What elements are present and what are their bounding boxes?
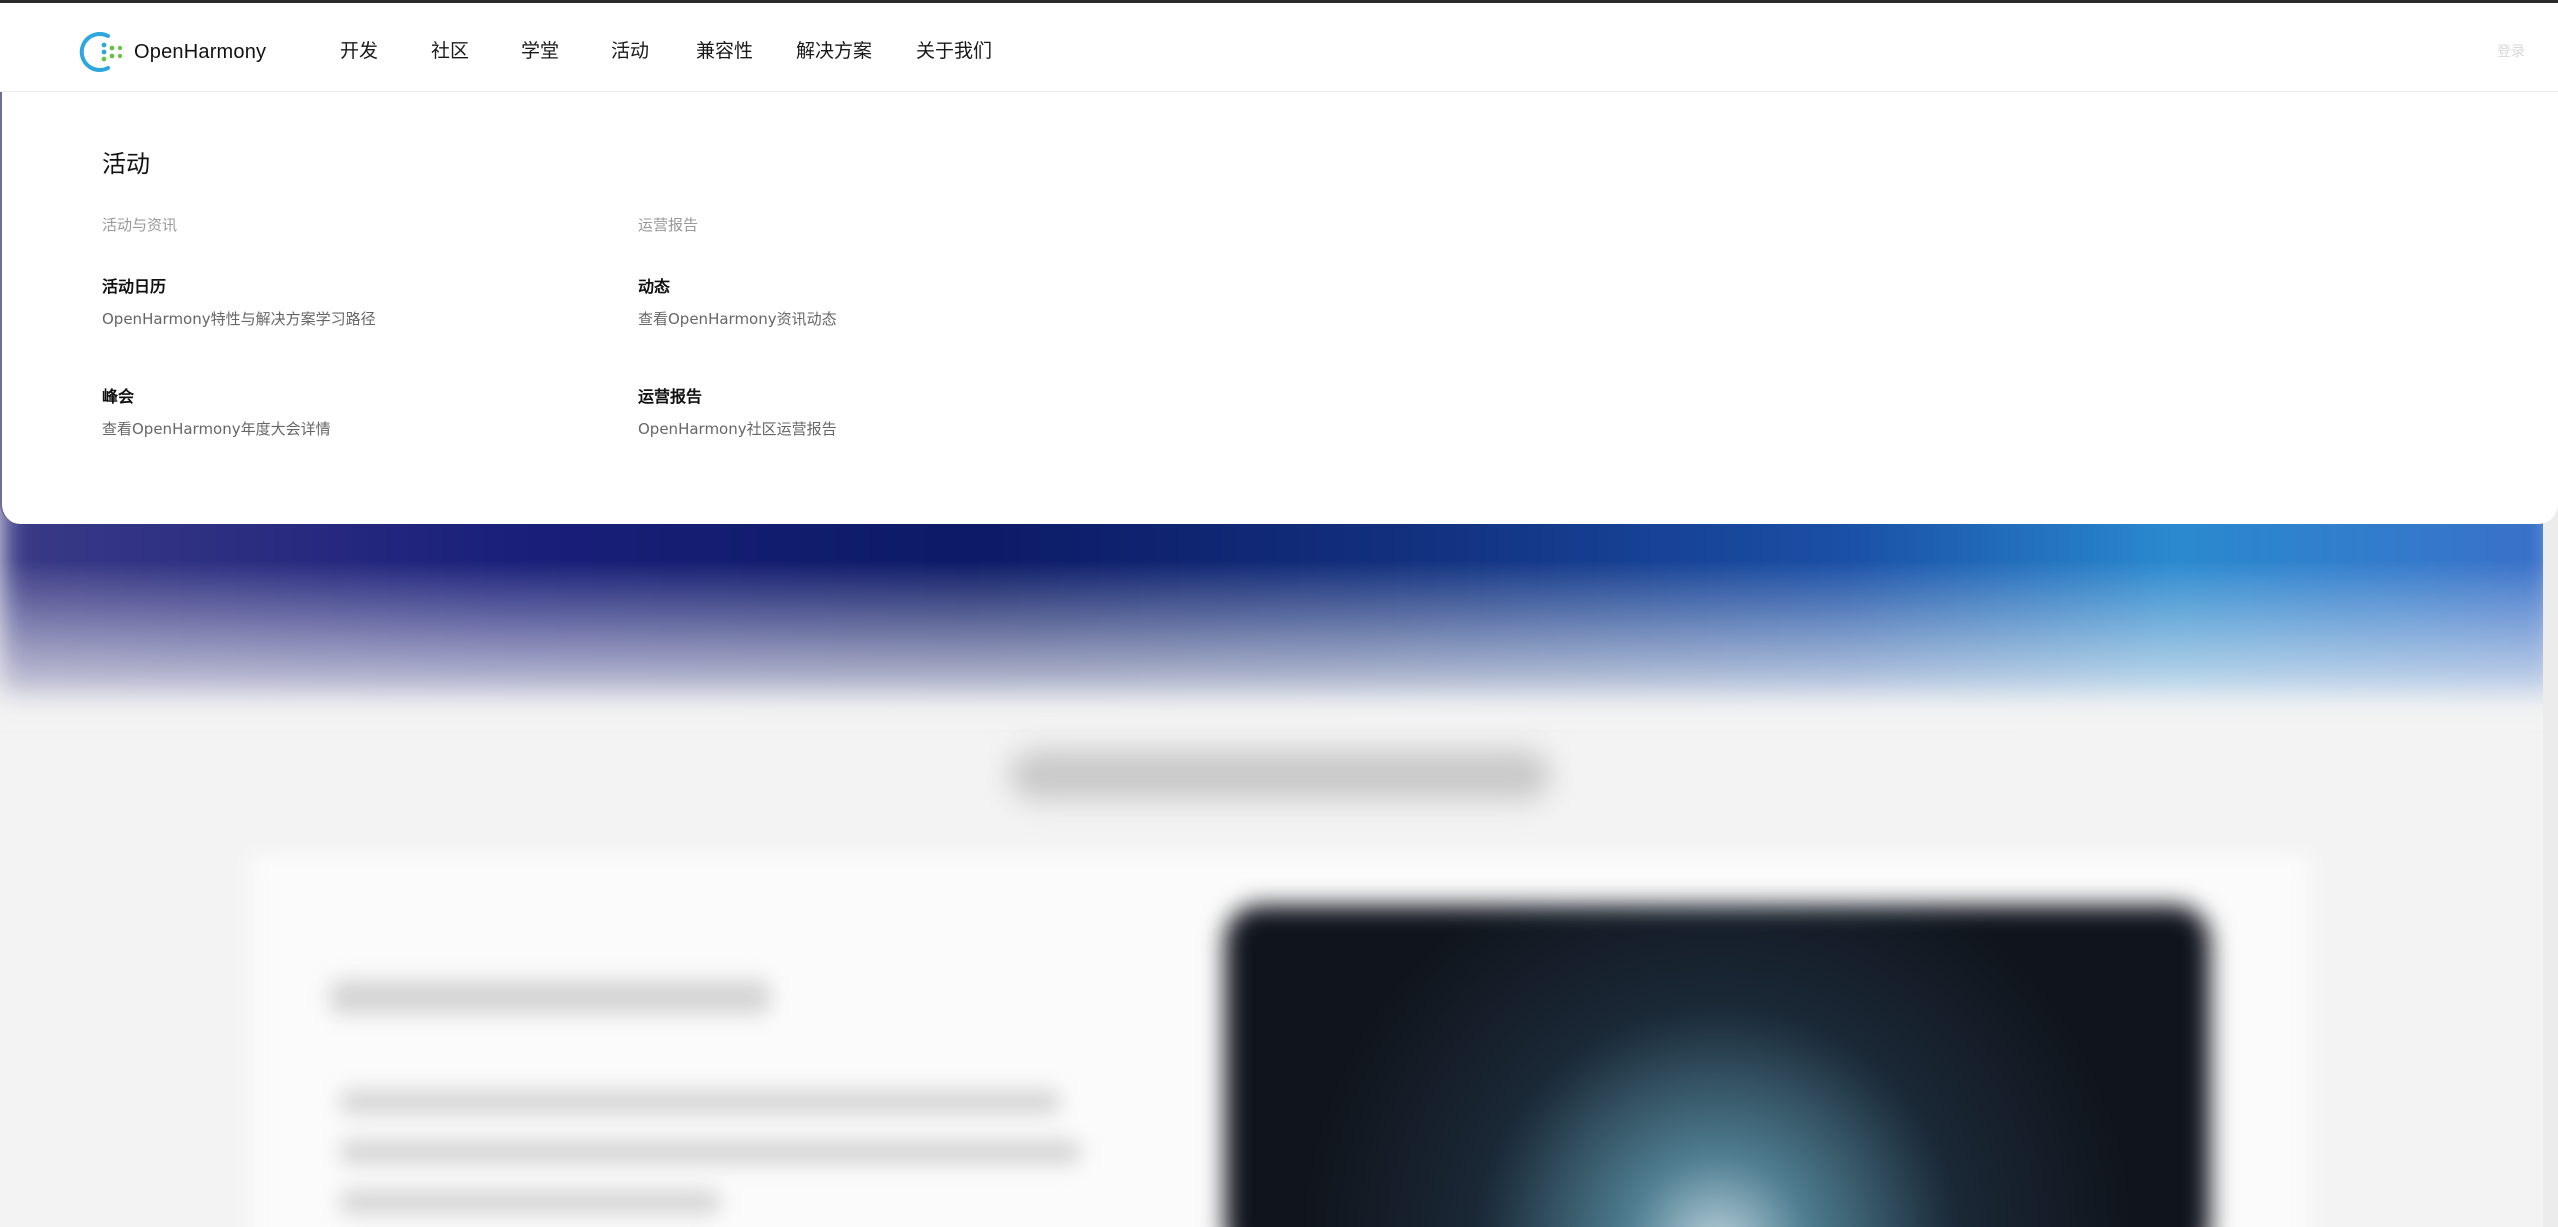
nav-item-about[interactable]: 关于我们 [916, 3, 992, 95]
logo-text: OpenHarmony [134, 40, 267, 63]
login-link[interactable]: 登录 [2497, 41, 2525, 61]
nav-item-compatibility[interactable]: 兼容性 [696, 3, 753, 95]
hero-fade [0, 560, 2558, 730]
dropdown-title: 活动 [102, 150, 150, 178]
text-line-blurred [340, 1140, 1080, 1164]
nav-item-academy[interactable]: 学堂 [521, 3, 559, 95]
events-dropdown-panel: 活动 活动与资讯 活动日历 OpenHarmony特性与解决方案学习路径 峰会 … [0, 92, 2558, 524]
nav-item-events[interactable]: 活动 [609, 3, 651, 95]
link-event-calendar[interactable]: 活动日历 [102, 273, 166, 297]
section-heading-blurred [1010, 750, 1550, 800]
group-label-events-news: 活动与资讯 [102, 216, 178, 234]
link-summit-desc[interactable]: 查看OpenHarmony年度大会详情 [102, 418, 331, 439]
openharmony-logo-icon [79, 32, 123, 72]
nav-item-develop[interactable]: 开发 [340, 3, 378, 95]
link-news-desc[interactable]: 查看OpenHarmony资讯动态 [638, 308, 837, 329]
link-operations-report[interactable]: 运营报告 [638, 383, 702, 407]
nav-item-community[interactable]: 社区 [431, 3, 469, 95]
link-summit[interactable]: 峰会 [102, 383, 134, 407]
text-line-blurred [340, 1090, 1060, 1114]
text-line-blurred [330, 980, 770, 1014]
top-header: OpenHarmony 开发 社区 学堂 活动 兼容性 解决方案 关于我们 登录 [0, 0, 2558, 95]
openharmony-logo[interactable]: OpenHarmony [78, 30, 266, 74]
video-thumbnail-blurred [1225, 905, 2210, 1227]
link-news[interactable]: 动态 [638, 273, 670, 297]
text-line-blurred [340, 1190, 720, 1214]
link-operations-report-desc[interactable]: OpenHarmony社区运营报告 [638, 418, 837, 439]
group-label-operations-report: 运营报告 [638, 216, 699, 234]
link-event-calendar-desc[interactable]: OpenHarmony特性与解决方案学习路径 [102, 308, 376, 329]
nav-item-solutions[interactable]: 解决方案 [796, 3, 872, 95]
